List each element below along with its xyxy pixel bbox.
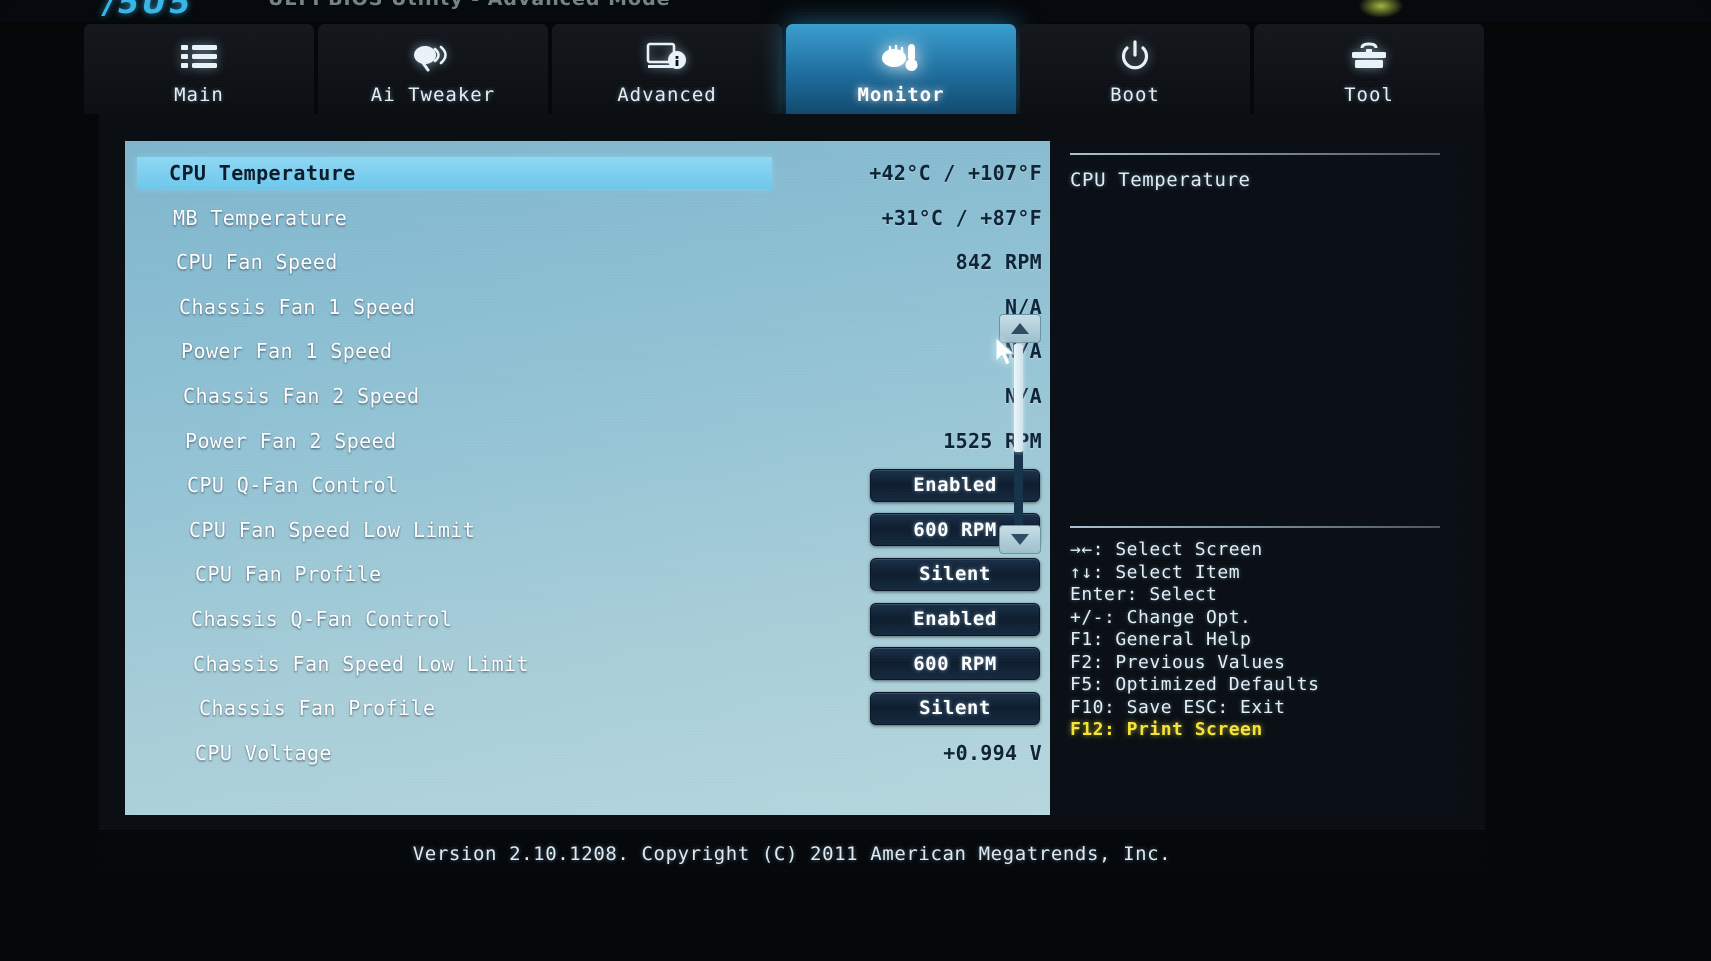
- thermometer-icon: [879, 37, 923, 77]
- tab-label: Main: [174, 84, 224, 106]
- list-icon: [179, 37, 219, 77]
- settings-row-label: CPU Voltage: [195, 740, 332, 765]
- tab-monitor[interactable]: Monitor: [786, 24, 1016, 114]
- content-panel: CPU Temperature +42°C / +107°F MB Temperat…: [99, 114, 1485, 830]
- uefi-title: UEFI BIOS Utility - Advanced Mode: [268, 0, 671, 10]
- brand-bar: /5U5 UEFI BIOS Utility - Advanced Mode: [0, 0, 1711, 22]
- settings-row-label: Power Fan 1 Speed: [181, 339, 393, 364]
- tab-boot[interactable]: Boot: [1020, 24, 1250, 114]
- keyboard-legend-list: →←: Select Screen ↑↓: Select Item Enter: S…: [1070, 539, 1440, 742]
- chevron-down-icon: [1011, 534, 1029, 545]
- bios-screen-photo: /5U5 UEFI BIOS Utility - Advanced Mode M…: [0, 0, 1711, 961]
- keyboard-legend-item: F1: General Help: [1070, 629, 1252, 650]
- monitor-info-icon: [646, 37, 688, 77]
- keyboard-legend-item: F12: Print Screen: [1070, 719, 1263, 740]
- scrollbar-thumb[interactable]: [1014, 344, 1023, 452]
- settings-row[interactable]: CPU Temperature +42°C / +107°F: [125, 155, 1050, 191]
- settings-row-label: Chassis Fan Profile: [199, 696, 436, 721]
- settings-row[interactable]: Chassis Fan 2 Speed N/A: [125, 378, 1050, 414]
- help-divider-top: [1070, 153, 1440, 155]
- settings-row-value: Enabled: [913, 474, 997, 497]
- tab-tool[interactable]: Tool: [1254, 24, 1484, 114]
- tab-label: Ai Tweaker: [370, 84, 496, 106]
- settings-row-value: Silent: [919, 697, 991, 720]
- keyboard-legend-item: Enter: Select: [1070, 584, 1218, 605]
- chevron-up-icon: [1011, 323, 1029, 334]
- settings-row-value: 600 RPM: [913, 518, 997, 541]
- help-description-block: CPU Temperature: [1070, 153, 1440, 191]
- settings-row-value: 600 RPM: [913, 652, 997, 675]
- footer-bar: Version 2.10.1208. Copyright (C) 2011 Am…: [99, 830, 1485, 876]
- settings-row-label: MB Temperature: [173, 205, 348, 230]
- scroll-down-button[interactable]: [999, 525, 1041, 554]
- settings-row[interactable]: Chassis Fan Profile Silent: [125, 690, 1050, 726]
- settings-row-label: Chassis Fan 1 Speed: [179, 294, 416, 319]
- power-icon: [1118, 37, 1152, 77]
- help-description-text: CPU Temperature: [1070, 169, 1251, 191]
- settings-scrollbar[interactable]: [999, 314, 1041, 554]
- scroll-up-button[interactable]: [999, 314, 1041, 343]
- settings-row-label: CPU Temperature: [169, 161, 356, 185]
- settings-row-dropdown[interactable]: 600 RPM: [870, 647, 1040, 681]
- tab-advanced[interactable]: Advanced: [552, 24, 782, 114]
- settings-row-value: +0.994 V: [943, 740, 1042, 765]
- settings-row[interactable]: CPU Q-Fan Control Enabled: [125, 467, 1050, 503]
- version-copyright-text: Version 2.10.1208. Copyright (C) 2011 Am…: [412, 843, 1172, 865]
- settings-row[interactable]: CPU Fan Profile Silent: [125, 556, 1050, 592]
- main-tab-bar: Main Ai Tweaker Advanced Monitor Boot Tool: [84, 24, 1484, 114]
- settings-row-label: Power Fan 2 Speed: [185, 428, 397, 453]
- scrollbar-track[interactable]: [1014, 344, 1023, 526]
- settings-row-dropdown[interactable]: Silent: [870, 557, 1040, 591]
- settings-row-value: Silent: [919, 563, 991, 586]
- settings-row-dropdown[interactable]: Silent: [870, 691, 1040, 725]
- settings-row-label: Chassis Q-Fan Control: [191, 607, 453, 631]
- settings-row-value: +42°C / +107°F: [869, 161, 1042, 185]
- settings-row-value: 842 RPM: [955, 250, 1042, 275]
- settings-row[interactable]: CPU Fan Speed Low Limit 600 RPM: [125, 512, 1050, 548]
- settings-row[interactable]: Power Fan 1 Speed N/A: [125, 333, 1050, 369]
- settings-row[interactable]: Power Fan 2 Speed 1525 RPM: [125, 423, 1050, 459]
- monitor-settings-list: CPU Temperature +42°C / +107°F MB Temperat…: [125, 141, 1050, 815]
- help-divider-bottom: [1070, 526, 1440, 528]
- keyboard-legend-item: F2: Previous Values: [1070, 651, 1286, 673]
- keyboard-legend-item: +/-: Change Opt.: [1070, 606, 1252, 628]
- keyboard-legend-item: →←: Select Screen: [1070, 539, 1263, 560]
- keyboard-legend-item: ↑↓: Select Item: [1070, 561, 1241, 583]
- settings-row-dropdown[interactable]: Enabled: [870, 602, 1040, 636]
- settings-row-value: Enabled: [913, 608, 997, 630]
- tab-label: Advanced: [617, 84, 717, 106]
- settings-row[interactable]: MB Temperature +31°C / +87°F: [125, 200, 1050, 236]
- settings-row[interactable]: Chassis Fan 1 Speed N/A: [125, 289, 1050, 325]
- tab-label: Tool: [1344, 84, 1394, 106]
- tab-label: Monitor: [857, 84, 945, 106]
- uefi-bios-utility: /5U5 UEFI BIOS Utility - Advanced Mode M…: [0, 0, 1711, 961]
- settings-row[interactable]: Chassis Fan Speed Low Limit 600 RPM: [125, 646, 1050, 682]
- tweaker-icon: [411, 37, 455, 77]
- toolbox-icon: [1349, 37, 1389, 77]
- asus-logo: /5U5: [104, 0, 194, 21]
- tab-label: Boot: [1110, 84, 1160, 106]
- settings-row-label: CPU Fan Speed: [176, 250, 338, 275]
- help-panel: CPU Temperature →←: Select Screen ↑↓: Sel…: [1050, 141, 1459, 815]
- settings-row[interactable]: CPU Voltage +0.994 V: [125, 735, 1050, 771]
- tab-main[interactable]: Main: [84, 24, 314, 114]
- settings-row[interactable]: CPU Fan Speed 842 RPM: [125, 244, 1050, 280]
- settings-row-label: Chassis Fan 2 Speed: [183, 384, 420, 408]
- keyboard-legend-block: →←: Select Screen ↑↓: Select Item Enter: S…: [1070, 526, 1440, 742]
- settings-row-label: CPU Fan Profile: [195, 562, 382, 587]
- settings-row-label: Chassis Fan Speed Low Limit: [193, 651, 529, 676]
- settings-row-label: CPU Fan Speed Low Limit: [189, 517, 476, 542]
- keyboard-legend-item: F10: Save ESC: Exit: [1070, 696, 1286, 718]
- settings-row[interactable]: Chassis Q-Fan Control Enabled: [125, 601, 1050, 637]
- settings-row-label: CPU Q-Fan Control: [187, 473, 399, 498]
- lens-flare: [1351, 0, 1411, 22]
- keyboard-legend-item: F5: Optimized Defaults: [1070, 674, 1320, 695]
- settings-row-value: +31°C / +87°F: [881, 205, 1042, 230]
- tab-ai-tweaker[interactable]: Ai Tweaker: [318, 24, 548, 114]
